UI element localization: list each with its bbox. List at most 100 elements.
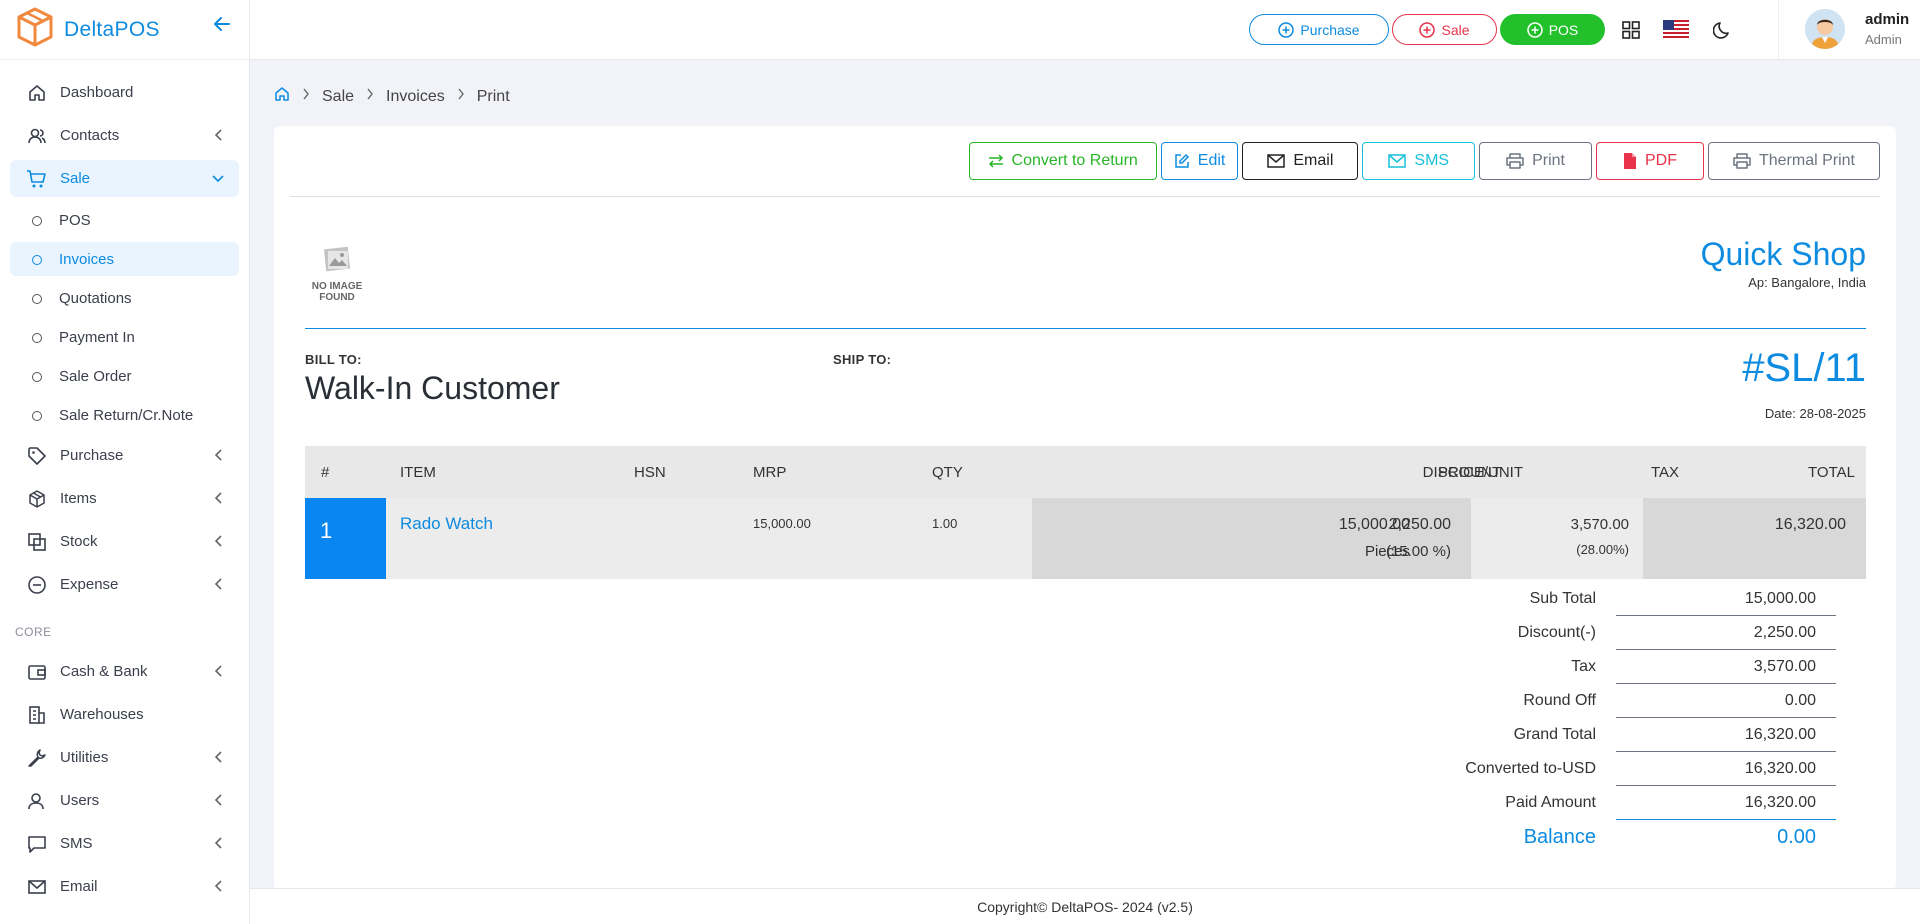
- convert-to-return-button[interactable]: Convert to Return: [968, 142, 1157, 180]
- header-divider: [305, 328, 1866, 329]
- sidebar-sub-invoices[interactable]: Invoices: [10, 242, 239, 276]
- grand-total-row: Grand Total 16,320.00: [276, 718, 1836, 752]
- quick-purchase-button[interactable]: Purchase: [1249, 14, 1389, 45]
- sidebar-item-label: Email: [60, 878, 98, 895]
- us-flag-icon[interactable]: [1663, 20, 1689, 43]
- sidebar-sub-label: POS: [59, 211, 91, 229]
- print-button[interactable]: Print: [1479, 142, 1592, 180]
- section-label-core: CORE: [15, 625, 52, 639]
- sidebar-item-stock[interactable]: Stock: [10, 523, 239, 560]
- chevron-left-icon: [213, 491, 225, 509]
- pos-button[interactable]: POS: [1500, 14, 1605, 45]
- pdf-label: PDF: [1644, 152, 1677, 169]
- breadcrumb-invoices[interactable]: Invoices: [386, 88, 445, 106]
- col-header-hsn: HSN: [634, 464, 666, 481]
- round-off-label: Round Off: [1523, 692, 1596, 709]
- balance-label: Balance: [1523, 826, 1596, 848]
- col-header-num: #: [321, 464, 330, 481]
- invoice-card: Convert to Return Edit Email SMS Print P…: [274, 126, 1896, 890]
- shop-info: Quick Shop Ap: Bangalore, India: [1701, 236, 1866, 290]
- chevron-right-icon: [366, 87, 374, 106]
- sidebar-item-contacts[interactable]: Contacts: [10, 117, 239, 154]
- item-tax: 3,570.00: [1570, 516, 1629, 533]
- home-icon[interactable]: [274, 86, 290, 107]
- sidebar-item-items[interactable]: Items: [10, 480, 239, 517]
- image-placeholder-icon: [306, 246, 368, 277]
- sms-button[interactable]: SMS: [1362, 142, 1476, 180]
- thermal-print-button[interactable]: Thermal Print: [1707, 142, 1880, 180]
- paid-amount-label: Paid Amount: [1505, 794, 1596, 811]
- shop-logo-placeholder: NO IMAGE FOUND: [306, 246, 368, 303]
- tax-row: Tax 3,570.00: [276, 650, 1836, 684]
- grand-total-value: 16,320.00: [1616, 718, 1836, 752]
- sidebar-item-email[interactable]: Email: [10, 868, 239, 905]
- wrench-icon: [26, 747, 48, 769]
- sidebar-item-purchase[interactable]: Purchase: [10, 437, 239, 474]
- no-image-text-1: NO IMAGE: [311, 281, 363, 292]
- chevron-right-icon: [457, 87, 465, 106]
- printer-icon: [1733, 153, 1751, 169]
- email-button[interactable]: Email: [1242, 142, 1359, 180]
- round-off-row: Round Off 0.00: [276, 684, 1836, 718]
- subtotal-label: Sub Total: [1529, 590, 1596, 607]
- sidebar-sub-payment-in[interactable]: Payment In: [10, 320, 239, 354]
- sidebar-item-label: Dashboard: [60, 84, 134, 101]
- action-buttons: Convert to Return Edit Email SMS Print P…: [965, 142, 1880, 180]
- tax-label: Tax: [1571, 658, 1596, 675]
- breadcrumb: Sale Invoices Print: [274, 86, 510, 107]
- edit-button[interactable]: Edit: [1160, 142, 1239, 180]
- footer-copyright: Copyright© DeltaPOS- 2024 (v2.5): [250, 888, 1920, 924]
- collapse-sidebar-icon[interactable]: [212, 14, 232, 39]
- sidebar-item-cash-bank[interactable]: Cash & Bank: [10, 653, 239, 690]
- item-tax-pct: (28.00%): [1576, 542, 1629, 557]
- sidebar-item-users[interactable]: Users: [10, 782, 239, 819]
- pos-label: POS: [1548, 21, 1579, 38]
- col-header-total: TOTAL: [1808, 464, 1855, 481]
- cart-icon: [26, 168, 48, 190]
- sidebar-item-sms[interactable]: SMS: [10, 825, 239, 862]
- mail-icon: [1388, 154, 1407, 168]
- apps-grid-icon[interactable]: [1622, 21, 1640, 44]
- email-label: Email: [1293, 152, 1334, 169]
- chevron-left-icon: [213, 793, 225, 811]
- subtotal-row: Sub Total 15,000.00: [276, 582, 1836, 616]
- sidebar-item-utilities[interactable]: Utilities: [10, 739, 239, 776]
- discount-value: 2,250.00: [1616, 616, 1836, 650]
- sidebar-item-label: SMS: [60, 835, 93, 852]
- customer-name: Walk-In Customer: [305, 370, 560, 406]
- paid-amount-row: Paid Amount 16,320.00: [276, 786, 1836, 820]
- dark-mode-moon-icon[interactable]: [1712, 20, 1733, 45]
- balance-value: 0.00: [1777, 826, 1816, 848]
- sidebar-item-label: Items: [60, 490, 97, 507]
- sidebar: DeltaPOS Dashboard Contacts Sale POS Inv…: [0, 0, 250, 924]
- sidebar-sub-pos[interactable]: POS: [10, 203, 239, 237]
- sidebar-item-label: Warehouses: [60, 706, 144, 723]
- message-icon: [26, 833, 48, 855]
- sidebar-item-dashboard[interactable]: Dashboard: [10, 74, 239, 111]
- pdf-button[interactable]: PDF: [1595, 142, 1704, 180]
- sidebar-sub-quotations[interactable]: Quotations: [10, 281, 239, 315]
- user-icon: [26, 790, 48, 812]
- breadcrumb-print: Print: [476, 87, 510, 105]
- sidebar-item-warehouses[interactable]: Warehouses: [10, 696, 239, 733]
- building-icon: [26, 704, 48, 726]
- item-discount: 2,250.00: [1388, 516, 1451, 533]
- sidebar-sub-sale-return[interactable]: Sale Return/Cr.Note: [10, 398, 239, 432]
- converted-usd-row: Converted to-USD 16,320.00: [276, 752, 1836, 786]
- sidebar-item-sale[interactable]: Sale: [10, 160, 239, 197]
- quick-sale-button[interactable]: Sale: [1392, 14, 1497, 45]
- item-name-link[interactable]: Rado Watch: [400, 514, 493, 534]
- bill-to-label: BILL TO:: [305, 352, 362, 367]
- discount-label: Discount(-): [1517, 624, 1596, 641]
- grand-total-label: Grand Total: [1513, 726, 1596, 743]
- col-header-qty: QTY: [932, 464, 963, 481]
- breadcrumb-sale[interactable]: Sale: [322, 88, 354, 106]
- sidebar-item-expense[interactable]: Expense: [10, 566, 239, 603]
- table-header: # ITEM HSN MRP QTY PRICE/UNIT DISCOUNT T…: [305, 446, 1866, 498]
- user-menu[interactable]: admin Admin: [1778, 0, 1920, 60]
- sidebar-sub-label: Quotations: [59, 289, 132, 307]
- round-off-value: 0.00: [1616, 684, 1836, 718]
- swap-icon: [988, 154, 1003, 168]
- layers-icon: [26, 531, 48, 553]
- sidebar-sub-sale-order[interactable]: Sale Order: [10, 359, 239, 393]
